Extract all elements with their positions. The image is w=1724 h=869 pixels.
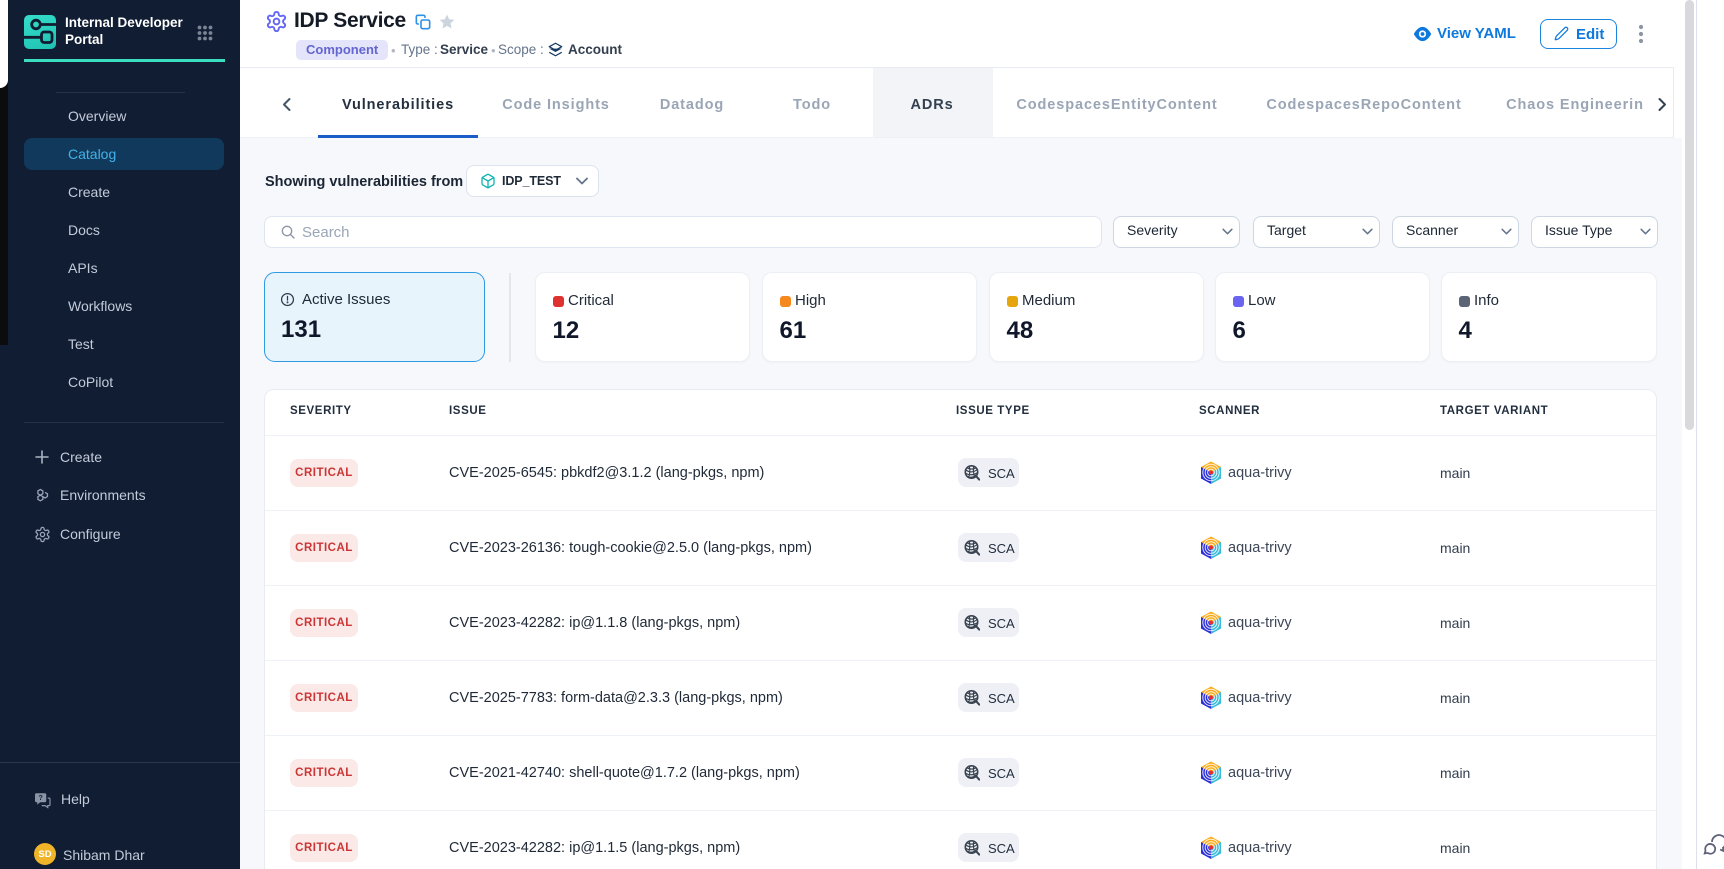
svg-text:?: ? (38, 794, 42, 802)
